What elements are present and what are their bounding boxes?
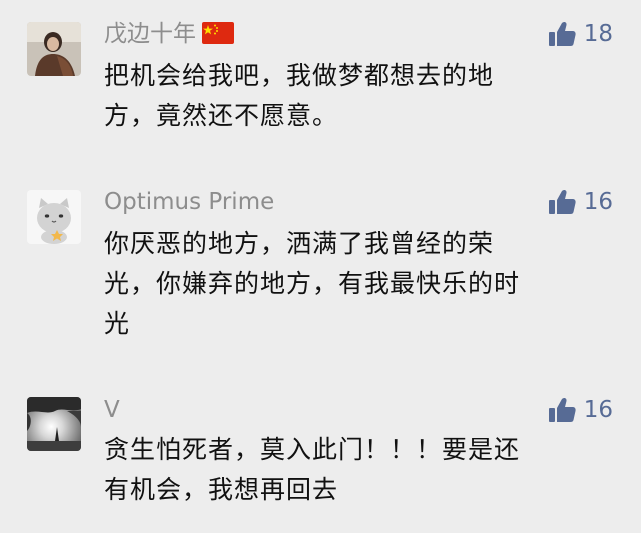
person-avatar-icon bbox=[27, 22, 81, 76]
author-name[interactable]: Optimus Prime bbox=[104, 187, 274, 217]
like-button[interactable]: 16 bbox=[548, 395, 613, 425]
comment-line: 光 bbox=[104, 309, 131, 338]
thumbs-up-icon bbox=[548, 189, 576, 214]
comment-text: 贪生怕死者，莫入此门！！！要是还 有机会，我想再回去 bbox=[104, 430, 619, 510]
like-button[interactable]: 16 bbox=[548, 187, 613, 217]
thumbs-up-icon bbox=[548, 21, 576, 46]
comment-line: 把机会给我吧，我做梦都想去的地 bbox=[104, 61, 495, 90]
comment-item: Optimus Prime 16 你厌恶的地方，洒满了我曾经的荣 光，你嫌弃的地… bbox=[0, 170, 641, 380]
comment-text: 把机会给我吧，我做梦都想去的地 方，竟然还不愿意。 bbox=[104, 56, 619, 136]
like-count: 16 bbox=[583, 397, 613, 423]
thumbs-up-icon bbox=[548, 397, 576, 422]
tree-sunset-avatar-icon bbox=[27, 397, 81, 451]
avatar[interactable] bbox=[27, 397, 81, 451]
cartoon-cat-avatar-icon bbox=[27, 190, 81, 244]
author-name-row[interactable]: 戊边十年 bbox=[104, 19, 234, 52]
comment-item: V 16 贪生怕死者，莫入此门！！！要是还 有机会，我想再回去 bbox=[0, 378, 641, 533]
comment-line: 光，你嫌弃的地方，有我最快乐的时 bbox=[104, 269, 521, 298]
author-name[interactable]: 戊边十年 bbox=[104, 21, 196, 47]
comment-feed: 戊边十年 18 把机会给我吧，我做梦都想去的地 方，竟然还不愿意。 Optimu… bbox=[0, 0, 641, 533]
like-button[interactable]: 18 bbox=[548, 19, 613, 49]
china-flag-icon bbox=[202, 22, 234, 52]
comment-text: 你厌恶的地方，洒满了我曾经的荣 光，你嫌弃的地方，有我最快乐的时 光 bbox=[104, 224, 619, 344]
avatar[interactable] bbox=[27, 190, 81, 244]
comment-line: 方，竟然还不愿意。 bbox=[104, 101, 339, 130]
comment-line: 你厌恶的地方，洒满了我曾经的荣 bbox=[104, 229, 495, 258]
like-count: 16 bbox=[583, 189, 613, 215]
like-count: 18 bbox=[583, 21, 613, 47]
comment-line: 贪生怕死者，莫入此门！！！要是还 bbox=[104, 435, 521, 464]
comment-item: 戊边十年 18 把机会给我吧，我做梦都想去的地 方，竟然还不愿意。 bbox=[0, 0, 641, 170]
avatar[interactable] bbox=[27, 22, 81, 76]
author-name[interactable]: V bbox=[104, 395, 120, 425]
comment-line: 有机会，我想再回去 bbox=[104, 475, 339, 504]
